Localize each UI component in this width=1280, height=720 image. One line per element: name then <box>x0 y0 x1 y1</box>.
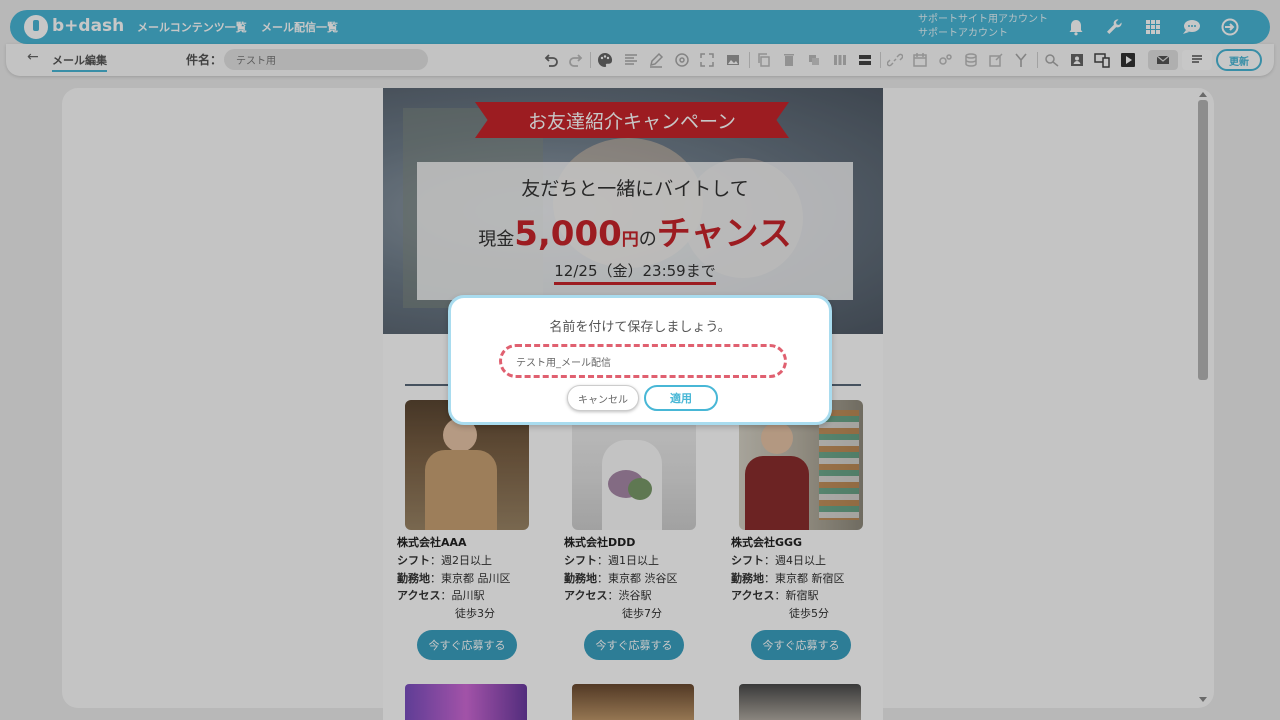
name-input[interactable] <box>499 344 787 378</box>
cancel-button[interactable]: キャンセル <box>567 385 639 411</box>
apply-button[interactable]: 適用 <box>644 385 718 411</box>
save-as-dialog: 名前を付けて保存しましょう。 キャンセル 適用 <box>448 295 832 425</box>
dialog-title: 名前を付けて保存しましょう。 <box>549 320 731 335</box>
